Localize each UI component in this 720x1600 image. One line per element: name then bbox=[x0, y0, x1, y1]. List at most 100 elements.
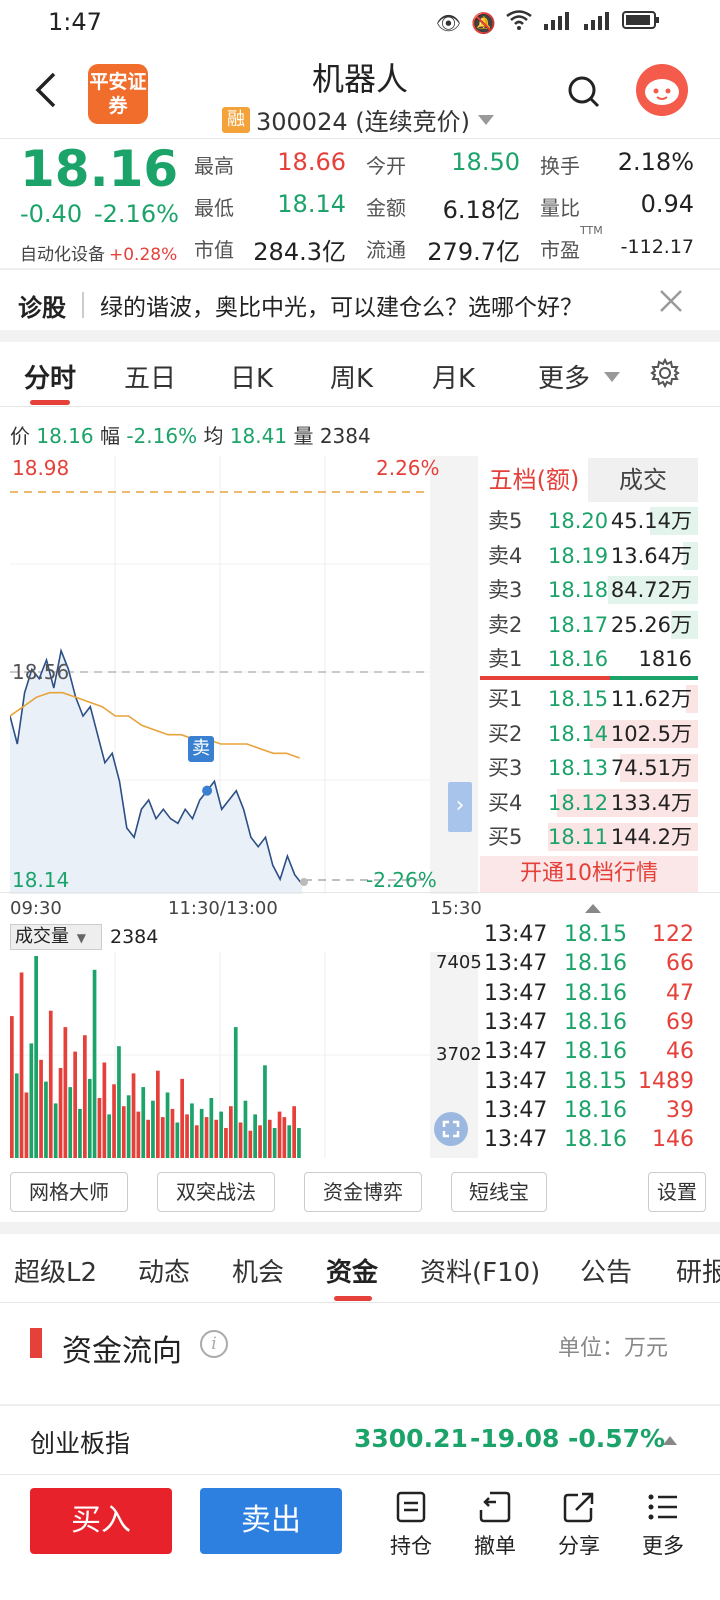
stock-code-selector[interactable]: 融 300024 (连续竞价) bbox=[222, 102, 494, 137]
tab-research[interactable]: 研报 bbox=[676, 1252, 720, 1289]
volume-bar bbox=[180, 1078, 184, 1158]
tool-double-breakout[interactable]: 双突战法 bbox=[157, 1172, 275, 1212]
tool-settings[interactable]: 设置 bbox=[648, 1172, 706, 1212]
price-change: -0.40 bbox=[20, 200, 83, 228]
status-bar: 1:47 👁 🔕 bbox=[0, 0, 720, 44]
time-label-open: 09:30 bbox=[10, 898, 62, 919]
quote-label: 今开 bbox=[366, 154, 406, 178]
level-label: 买3 bbox=[488, 756, 523, 780]
tool-fund-game[interactable]: 资金博弈 bbox=[304, 1172, 422, 1212]
ask-level[interactable]: 卖1 18.16 1816 bbox=[480, 642, 698, 676]
tab-news[interactable]: 动态 bbox=[138, 1252, 190, 1289]
sector-name: 自动化设备 bbox=[20, 245, 105, 265]
volume-bar bbox=[14, 1073, 19, 1158]
tab-weekly-k[interactable]: 周K bbox=[330, 358, 373, 395]
trade-tick: 13:47 18.16 47 bbox=[482, 979, 698, 1008]
unit-label: 单位：万元 bbox=[558, 1336, 669, 1361]
quote-label: 量比 bbox=[540, 196, 580, 220]
status-icons: 👁 🔕 bbox=[436, 10, 660, 35]
volume-bar bbox=[121, 1106, 126, 1158]
sell-marker[interactable]: 卖 bbox=[188, 736, 214, 762]
tab-daily-k[interactable]: 日K bbox=[230, 358, 273, 395]
tool-short-term[interactable]: 短线宝 bbox=[451, 1172, 547, 1212]
volume-bar bbox=[297, 1128, 301, 1158]
wifi-icon bbox=[506, 10, 532, 35]
upgrade-level10-button[interactable]: 开通10档行情 bbox=[480, 856, 698, 892]
mute-icon: 🔕 bbox=[471, 10, 496, 35]
ask-level[interactable]: 卖3 18.18 84.72万 bbox=[480, 573, 698, 607]
divider bbox=[0, 406, 720, 407]
volume-bar bbox=[199, 1108, 204, 1158]
nav-holdings[interactable]: 持仓 bbox=[376, 1490, 446, 1560]
nav-cancel-label: 撤单 bbox=[474, 1534, 516, 1558]
ask-level[interactable]: 卖2 18.17 25.26万 bbox=[480, 608, 698, 642]
chart-top-price: 18.98 bbox=[12, 456, 70, 480]
trade-tick: 13:47 18.15 1489 bbox=[482, 1067, 698, 1096]
gear-icon[interactable] bbox=[650, 358, 680, 388]
trade-tick: 13:47 18.16 66 bbox=[482, 949, 698, 978]
bid-level[interactable]: 买4 18.12 133.4万 bbox=[480, 786, 698, 820]
buy-button[interactable]: 买入 bbox=[30, 1488, 172, 1554]
tick-price: 18.15 bbox=[564, 1068, 627, 1094]
chart-mid-price: 18.56 bbox=[12, 660, 70, 684]
document-icon bbox=[396, 1491, 426, 1523]
quote-value: 279.7亿 bbox=[427, 238, 520, 266]
divider bbox=[0, 1302, 720, 1303]
quote-value: 6.18亿 bbox=[442, 196, 520, 224]
tick-time: 13:47 bbox=[484, 1127, 548, 1153]
quote-label: 最高 bbox=[194, 154, 234, 178]
bid-level[interactable]: 买3 18.13 74.51万 bbox=[480, 751, 698, 785]
volume-bar bbox=[233, 1027, 238, 1158]
index-change-pct: -0.57% bbox=[568, 1424, 666, 1453]
tab-monthly-k[interactable]: 月K bbox=[432, 358, 475, 395]
volume-bar bbox=[267, 1119, 272, 1158]
close-icon[interactable] bbox=[656, 286, 686, 316]
tab-intraday[interactable]: 分时 bbox=[24, 358, 76, 395]
sell-button[interactable]: 卖出 bbox=[200, 1488, 342, 1554]
nav-share[interactable]: 分享 bbox=[544, 1490, 614, 1560]
active-tab-indicator bbox=[30, 400, 70, 405]
level-label: 买2 bbox=[488, 721, 523, 746]
level-volume: 133.4万 bbox=[610, 790, 692, 815]
tab-funds[interactable]: 资金 bbox=[326, 1252, 378, 1289]
ask-level[interactable]: 卖4 18.19 13.64万 bbox=[480, 539, 698, 573]
time-label-close: 15:30 bbox=[430, 898, 482, 919]
fullscreen-icon[interactable] bbox=[434, 1112, 468, 1146]
volume-bar bbox=[131, 1073, 136, 1158]
info-icon[interactable]: i bbox=[200, 1330, 228, 1358]
ask-level[interactable]: 卖5 18.20 45.14万 bbox=[480, 504, 698, 538]
level-price: 18.19 bbox=[548, 543, 609, 568]
tab-order-book[interactable]: 五档(额) bbox=[480, 458, 588, 502]
level-volume: 144.2万 bbox=[610, 825, 692, 849]
tick-qty: 1489 bbox=[638, 1068, 694, 1094]
tab-f10[interactable]: 资料(F10) bbox=[420, 1252, 540, 1289]
nav-more[interactable]: 更多 bbox=[628, 1490, 698, 1560]
bid-level[interactable]: 买5 18.11 144.2万 bbox=[480, 820, 698, 854]
tab-more-label: 更多 bbox=[538, 364, 591, 394]
search-icon[interactable] bbox=[566, 74, 602, 110]
tab-more[interactable]: 更多 bbox=[538, 358, 621, 395]
tab-trades[interactable]: 成交 bbox=[588, 458, 698, 502]
level-volume: 45.14万 bbox=[610, 509, 692, 533]
tab-announcements[interactable]: 公告 bbox=[580, 1252, 632, 1289]
intraday-chart[interactable] bbox=[10, 456, 478, 894]
quote-value: -112.17 bbox=[620, 236, 694, 258]
sector-info[interactable]: 自动化设备 +0.28% bbox=[20, 240, 177, 265]
avg-value: 18.41 bbox=[229, 424, 288, 448]
tool-grid-master[interactable]: 网格大师 bbox=[10, 1172, 128, 1212]
tab-super-l2[interactable]: 超级L2 bbox=[14, 1252, 97, 1289]
expand-panel-toggle[interactable]: › bbox=[448, 782, 472, 832]
tab-opportunity[interactable]: 机会 bbox=[232, 1252, 284, 1289]
nav-cancel-order[interactable]: 撤单 bbox=[460, 1490, 530, 1560]
assistant-avatar[interactable] bbox=[636, 64, 688, 116]
last-price-dot bbox=[300, 878, 308, 886]
diagnosis-question[interactable]: 绿的谐波，奥比中光，可以建仓么？选哪个好？ bbox=[100, 288, 583, 322]
collapse-up-icon[interactable] bbox=[584, 902, 602, 914]
tab-five-day[interactable]: 五日 bbox=[124, 358, 176, 395]
tick-time: 13:47 bbox=[484, 1097, 548, 1123]
divider bbox=[0, 892, 720, 893]
level-volume: 74.51万 bbox=[610, 756, 692, 780]
bid-level[interactable]: 买1 18.15 11.62万 bbox=[480, 682, 698, 716]
volume-indicator-selector[interactable]: 成交量 ▼ bbox=[10, 924, 102, 950]
bid-level[interactable]: 买2 18.14 102.5万 bbox=[480, 717, 698, 751]
